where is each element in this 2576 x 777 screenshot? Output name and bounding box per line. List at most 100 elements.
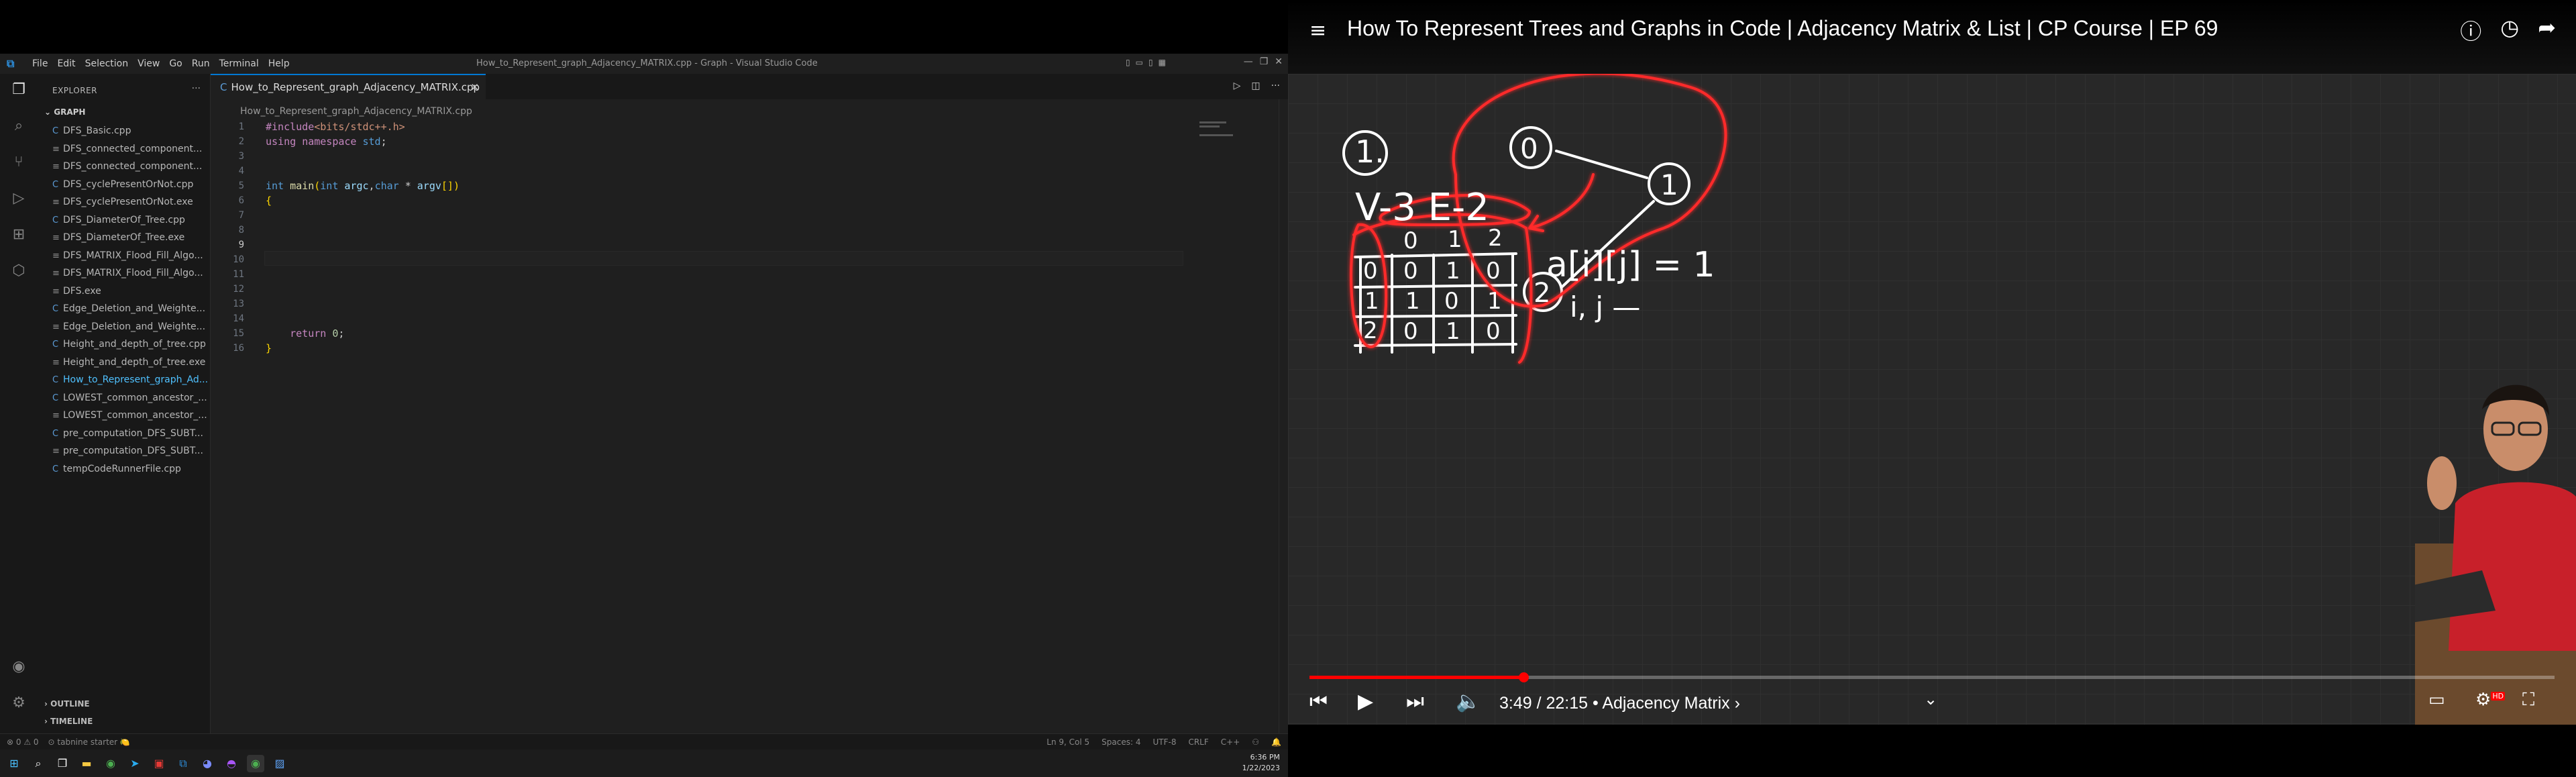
menu-help[interactable]: Help bbox=[268, 58, 290, 69]
exe-file-icon: ≡ bbox=[52, 268, 60, 278]
line-ending[interactable]: CRLF bbox=[1188, 734, 1208, 750]
file-item[interactable]: ≡ DFS_connected_component... bbox=[51, 140, 209, 158]
settings-gear-icon[interactable]: ⚙ HD bbox=[2475, 690, 2506, 710]
file-item[interactable]: C DFS_DiameterOf_Tree.cpp bbox=[51, 211, 209, 229]
playlist-menu-icon[interactable]: ≡ bbox=[1309, 19, 1326, 42]
extensions-icon[interactable]: ⊞ bbox=[9, 225, 28, 244]
file-explorer-icon[interactable]: ▬ bbox=[78, 755, 95, 772]
search-icon[interactable]: ⌕ bbox=[9, 117, 28, 136]
menu-selection[interactable]: Selection bbox=[85, 58, 129, 69]
file-item[interactable]: ≡ DFS_connected_component... bbox=[51, 158, 209, 176]
toggle-secondary-sidebar-icon[interactable]: ▯ bbox=[1148, 58, 1153, 67]
account-icon[interactable]: ◉ bbox=[9, 658, 28, 676]
menu-view[interactable]: View bbox=[138, 58, 160, 69]
remote-explorer-icon[interactable]: ⬡ bbox=[9, 262, 28, 280]
chrome-icon[interactable]: ◉ bbox=[102, 755, 119, 772]
file-item[interactable]: Cpre_computation_DFS_SUBT... bbox=[51, 425, 209, 443]
file-item[interactable]: ≡ Edge_Deletion_and_Weighte... bbox=[51, 318, 209, 336]
editor-scrollbar[interactable] bbox=[1279, 99, 1288, 741]
paren-open: ( bbox=[314, 180, 321, 192]
run-debug-icon[interactable]: ▷ bbox=[9, 189, 28, 208]
file-item[interactable]: CtempCodeRunnerFile.cpp bbox=[51, 460, 209, 478]
video-progress-bar[interactable] bbox=[1309, 672, 2555, 682]
next-icon[interactable]: ⏭ bbox=[1406, 690, 1424, 713]
menu-run[interactable]: Run bbox=[192, 58, 210, 69]
indentation[interactable]: Spaces: 4 bbox=[1102, 734, 1140, 750]
file-item[interactable]: ≡ LOWEST_common_ancestor_... bbox=[51, 407, 209, 425]
folder-graph[interactable]: ⌄ GRAPH bbox=[44, 107, 85, 117]
windows-start-icon[interactable]: ⊞ bbox=[5, 755, 23, 772]
toggle-panel-icon[interactable]: ▭ bbox=[1136, 58, 1143, 67]
file-item[interactable]: ≡ DFS_MATRIX_Flood_Fill_Algo... bbox=[51, 264, 209, 282]
previous-icon[interactable]: ⏮ bbox=[1309, 690, 1328, 713]
split-editor-icon[interactable]: ◫ bbox=[1251, 81, 1260, 91]
discord-icon[interactable]: ◕ bbox=[199, 755, 216, 772]
file-item[interactable]: ≡ DFS.exe bbox=[51, 282, 209, 301]
task-view-icon[interactable]: ❐ bbox=[54, 755, 71, 772]
timeline-section[interactable]: › TIMELINE bbox=[44, 717, 93, 726]
menu-terminal[interactable]: Terminal bbox=[219, 58, 259, 69]
presenter-image bbox=[2415, 384, 2576, 725]
youtube-player[interactable]: 1. 0 1 2 V-3 E-2 0 1 2 0 1 2 0 1 0 1 0 1… bbox=[1288, 0, 2576, 777]
minimap[interactable] bbox=[1199, 119, 1253, 160]
file-item[interactable]: C Height_and_depth_of_tree.cpp bbox=[51, 335, 209, 354]
run-code-icon[interactable]: ▷ bbox=[1234, 81, 1241, 91]
code-area[interactable]: #include<bits/stdc++.h> using namespace … bbox=[266, 119, 1138, 356]
tab-active-file[interactable]: C How_to_Represent_graph_Adjacency_MATRIX… bbox=[211, 74, 486, 99]
more-icon[interactable]: ··· bbox=[1271, 81, 1280, 91]
notifications-bell-icon[interactable]: 🔔 bbox=[1271, 734, 1281, 750]
breadcrumb[interactable]: How_to_Represent_graph_Adjacency_MATRIX.… bbox=[240, 106, 472, 117]
chapter-title[interactable]: Adjacency Matrix › bbox=[1602, 694, 1740, 713]
explorer-icon[interactable]: ❐ bbox=[9, 81, 28, 99]
play-icon[interactable]: ▶ bbox=[1358, 690, 1373, 713]
player-controls: ⏮ ▶ ⏭ 🔈 3:49 / 22:15 • Adjacency Matrix … bbox=[1288, 684, 2576, 725]
source-control-icon[interactable]: ⑂ bbox=[9, 153, 28, 172]
menu-edit[interactable]: Edit bbox=[57, 58, 75, 69]
messenger-icon[interactable]: ◓ bbox=[223, 755, 240, 772]
video-title[interactable]: How To Represent Trees and Graphs in Cod… bbox=[1347, 16, 2218, 41]
language-mode[interactable]: C++ bbox=[1221, 734, 1240, 750]
file-item[interactable]: C Edge_Deletion_and_Weighte... bbox=[51, 300, 209, 318]
chevron-down-icon[interactable]: ⌄ bbox=[1924, 690, 1937, 709]
file-item[interactable]: C DFS_Basic.cpp bbox=[51, 122, 209, 140]
close-icon[interactable]: ✕ bbox=[1275, 56, 1283, 67]
fullscreen-exit-icon[interactable]: ⛶ bbox=[2522, 690, 2534, 711]
system-clock[interactable]: 6:36 PM 1/22/2023 bbox=[1242, 752, 1280, 774]
file-item[interactable]: C DFS_cyclePresentOrNot.cpp bbox=[51, 176, 209, 194]
more-actions-icon[interactable]: ··· bbox=[192, 83, 201, 94]
file-item[interactable]: ≡ Height_and_depth_of_tree.exe bbox=[51, 354, 209, 372]
live-share-icon[interactable]: ⚇ bbox=[1252, 734, 1259, 750]
customize-layout-icon[interactable]: ▦ bbox=[1159, 58, 1166, 67]
info-icon[interactable]: ⓘ bbox=[2460, 15, 2481, 46]
app-icon[interactable]: ▣ bbox=[150, 755, 168, 772]
file-item[interactable]: ≡ DFS_MATRIX_Flood_Fill_Algo... bbox=[51, 247, 209, 265]
subtitles-icon[interactable]: ▭ bbox=[2428, 690, 2445, 710]
file-item[interactable]: ≡ pre_computation_DFS_SUBT... bbox=[51, 442, 209, 460]
settings-gear-icon[interactable]: ⚙ bbox=[9, 694, 28, 713]
fn-main: main bbox=[290, 180, 315, 192]
tabnine-status[interactable]: ⊙ tabnine starter 🍋 bbox=[48, 734, 130, 750]
close-tab-icon[interactable]: ✕ bbox=[470, 75, 479, 99]
toggle-primary-sidebar-icon[interactable]: ▯ bbox=[1126, 58, 1130, 67]
chrome-active-icon[interactable]: ◉ bbox=[247, 755, 264, 772]
outline-section[interactable]: › OUTLINE bbox=[44, 699, 90, 709]
volume-icon[interactable]: 🔈 bbox=[1456, 690, 1481, 713]
telegram-icon[interactable]: ➤ bbox=[126, 755, 144, 772]
photos-icon[interactable]: ▨ bbox=[271, 755, 288, 772]
file-item[interactable]: C How_to_Represent_graph_Ad... bbox=[51, 371, 209, 389]
exe-file-icon: ≡ bbox=[52, 233, 60, 243]
file-item[interactable]: ≡ DFS_cyclePresentOrNot.exe bbox=[51, 193, 209, 211]
encoding[interactable]: UTF-8 bbox=[1152, 734, 1176, 750]
minimize-icon[interactable]: — bbox=[1244, 56, 1253, 67]
cursor-position[interactable]: Ln 9, Col 5 bbox=[1046, 734, 1089, 750]
menu-file[interactable]: File bbox=[32, 58, 48, 69]
file-item[interactable]: ≡ DFS_DiameterOf_Tree.exe bbox=[51, 229, 209, 247]
problems-status[interactable]: ⊗ 0 ⚠ 0 bbox=[7, 734, 39, 750]
menu-go[interactable]: Go bbox=[169, 58, 182, 69]
search-icon[interactable]: ⌕ bbox=[30, 755, 47, 772]
watch-later-clock-icon[interactable]: ◷ bbox=[2500, 15, 2519, 46]
file-item[interactable]: C LOWEST_common_ancestor_... bbox=[51, 389, 209, 407]
vscode-taskbar-icon[interactable]: ⧉ bbox=[174, 755, 192, 772]
restore-icon[interactable]: ❐ bbox=[1260, 56, 1269, 67]
share-icon[interactable]: ➦ bbox=[2538, 15, 2556, 46]
